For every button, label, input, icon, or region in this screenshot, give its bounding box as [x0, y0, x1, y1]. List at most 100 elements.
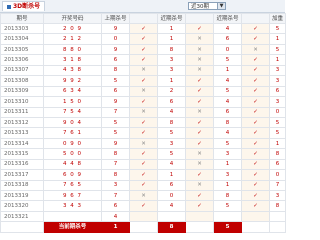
kill-2-cell: 3 — [157, 64, 186, 77]
kill-2-cell: 3 — [157, 54, 186, 66]
mark-3-cell: ✓ — [241, 106, 270, 118]
table-row: 2013314 0 9 0 9 ✕ 3 ✓ 5 ✓ 1 — [0, 137, 286, 150]
draw-numbers-cell: 2 1 2 — [43, 33, 102, 45]
issue-cell: 2013304 — [0, 33, 44, 45]
issue-cell: 2013307 — [0, 64, 44, 77]
header-kill-3: 近期杀号 — [213, 13, 242, 24]
mark-1-cell: ✕ — [129, 64, 158, 77]
weight-cell: 5 — [269, 127, 286, 139]
chevron-down-icon[interactable]: ▼ — [217, 3, 225, 9]
footer-kill-2: 8 — [157, 221, 186, 233]
kill-2-cell: 1 — [157, 169, 186, 181]
draw-numbers-cell: 4 4 8 — [43, 158, 102, 171]
kill-1-cell: 7 — [101, 158, 130, 171]
mark-1-cell: ✓ — [129, 169, 158, 181]
tab-title[interactable]: 3D断杀号 — [2, 1, 46, 11]
footer-blank — [241, 221, 270, 233]
table-row: 2013305 8 8 0 9 ✓ 8 ✕ 0 ✕ 5 — [0, 43, 286, 56]
kill-3-cell: 5 — [213, 200, 242, 212]
kill-1-cell: 5 — [101, 75, 130, 87]
header-weight: 加重 — [269, 13, 286, 24]
kill-3-cell: 6 — [213, 106, 242, 118]
mark-1-cell: ✓ — [129, 54, 158, 66]
mark-3-cell: ✓ — [241, 96, 270, 108]
square-bullet-icon — [7, 4, 11, 9]
header-kill-2: 近期杀号 — [157, 13, 186, 24]
table-row: 2013306 3 1 8 6 ✓ 3 ✕ 5 ✓ 1 — [0, 54, 286, 66]
mark-1-cell: ✓ — [129, 116, 158, 129]
mark-3-cell: ✓ — [241, 85, 270, 98]
footer-label: 当前期杀号 — [43, 221, 102, 233]
mark-2-cell: ✓ — [185, 127, 214, 139]
kill-number-table: 期号 开奖号码 上期杀号 近期杀号 近期杀号 加重 2013303 2 0 9 9 ✓… — [0, 13, 286, 233]
header-mark-2 — [185, 13, 214, 24]
table-header-row: 期号 开奖号码 上期杀号 近期杀号 近期杀号 加重 — [0, 13, 286, 24]
mark-3-cell: ✓ — [241, 137, 270, 150]
kill-1-cell: 9 — [101, 22, 130, 35]
mark-1-cell: ✓ — [129, 179, 158, 192]
issue-cell: 2013314 — [0, 137, 44, 150]
issue-cell: 2013318 — [0, 179, 44, 192]
kill-2-cell: 1 — [157, 75, 186, 87]
weight-cell: 1 — [269, 137, 286, 150]
footer-blank — [0, 221, 44, 233]
kill-3-cell: 0 — [213, 43, 242, 56]
kill-1-cell: 6 — [101, 85, 130, 98]
mark-2-cell: ✕ — [185, 148, 214, 160]
footer-blank — [185, 221, 214, 233]
issue-cell: 2013312 — [0, 116, 44, 129]
mark-3-cell: ✓ — [241, 158, 270, 171]
mark-2-cell: ✕ — [185, 158, 214, 171]
period-select[interactable]: 近30期 ▼ — [188, 2, 226, 10]
issue-cell: 2013315 — [0, 148, 44, 160]
weight-cell: 5 — [269, 43, 286, 56]
kill-1-cell: 7 — [101, 189, 130, 202]
mark-2-cell: ✕ — [185, 54, 214, 66]
table-row: 2013318 7 6 5 3 ✓ 6 ✕ 1 ✓ 7 — [0, 179, 286, 192]
mark-2-cell: ✕ — [185, 179, 214, 192]
kill-2-cell: 6 — [157, 96, 186, 108]
draw-numbers-cell: 6 0 9 — [43, 169, 102, 181]
mark-2-cell: ✓ — [185, 75, 214, 87]
mark-2-cell: ✓ — [185, 116, 214, 129]
kill-1-cell: 5 — [101, 127, 130, 139]
issue-cell: 2013305 — [0, 43, 44, 56]
mark-1-cell: ✕ — [129, 85, 158, 98]
mark-2-cell: ✕ — [185, 106, 214, 118]
mark-1-cell: ✓ — [129, 33, 158, 45]
kill-3-cell: 5 — [213, 137, 242, 150]
table-row: 2013308 9 9 2 5 ✓ 1 ✓ 4 ✓ 3 — [0, 75, 286, 87]
footer-blank — [129, 221, 158, 233]
issue-cell: 2013311 — [0, 106, 44, 118]
kill-3-cell: 5 — [213, 54, 242, 66]
issue-cell: 2013313 — [0, 127, 44, 139]
mark-1-cell: ✓ — [129, 200, 158, 212]
weight-cell: 8 — [269, 148, 286, 160]
kill-1-cell: 6 — [101, 200, 130, 212]
kill-1-cell: 8 — [101, 64, 130, 77]
table-row: 2013319 9 6 7 7 ✕ 0 ✓ 8 ✓ 3 — [0, 189, 286, 202]
kill-2-cell: 8 — [157, 116, 186, 129]
mark-1-cell: ✕ — [129, 137, 158, 150]
kill-1-cell: 7 — [101, 106, 130, 118]
kill-1-cell: 5 — [101, 116, 130, 129]
mark-3-cell: ✓ — [241, 200, 270, 212]
issue-cell: 2013308 — [0, 75, 44, 87]
draw-numbers-cell: 6 3 4 — [43, 85, 102, 98]
kill-3-cell: 4 — [213, 96, 242, 108]
draw-numbers-cell: 7 6 1 — [43, 127, 102, 139]
table-row: 2013310 1 5 0 9 ✓ 6 ✓ 4 ✓ 3 — [0, 96, 286, 108]
footer-kill-1: 1 — [101, 221, 130, 233]
header-issue: 期号 — [0, 13, 44, 24]
draw-numbers-cell: 4 3 8 — [43, 64, 102, 77]
kill-1-cell: 3 — [101, 179, 130, 192]
kill-2-cell: 2 — [157, 85, 186, 98]
kill-1-cell: 0 — [101, 33, 130, 45]
draw-numbers-cell: 9 9 2 — [43, 75, 102, 87]
weight-cell: 5 — [269, 22, 286, 35]
issue-cell: 2013303 — [0, 22, 44, 35]
draw-numbers-cell: 3 1 8 — [43, 54, 102, 66]
weight-cell: 0 — [269, 106, 286, 118]
kill-3-cell: 8 — [213, 116, 242, 129]
weight-cell: 3 — [269, 189, 286, 202]
